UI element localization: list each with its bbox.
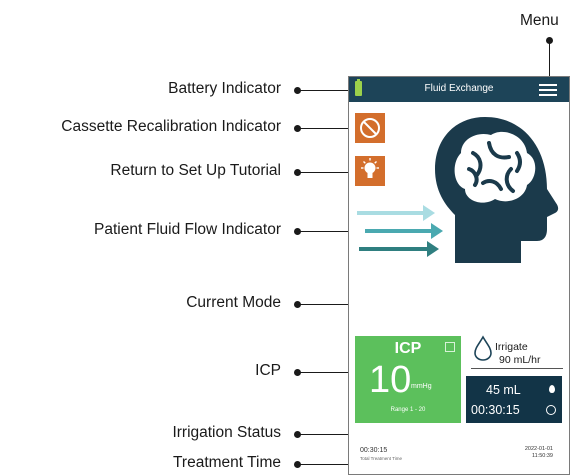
header-bar: Fluid Exchange: [349, 77, 569, 102]
icp-range: Range 1 - 20: [390, 407, 426, 413]
battery-indicator-callout: Battery Indicator: [168, 80, 281, 97]
irrigation-volume: 45 mL: [486, 383, 521, 397]
icp-card[interactable]: ICP 10 mmHg Range 1 - 20: [355, 336, 461, 423]
fluid-flow-callout: Patient Fluid Flow Indicator: [94, 221, 281, 238]
cassette-leader-line: [298, 128, 352, 129]
water-drop-icon: [474, 335, 492, 361]
treatment-time-callout: Treatment Time: [173, 454, 281, 471]
battery-leader-line: [298, 90, 352, 91]
menu-callout: Menu: [520, 12, 559, 29]
flow-leader-line: [298, 231, 354, 232]
icp-value: 10: [369, 359, 412, 401]
treatment-time-value: 00:30:15: [360, 447, 388, 454]
current-mode-callout: Current Mode: [186, 294, 281, 311]
treatment-time-label: Total Treatment Time: [360, 456, 403, 461]
patient-head-icon: [435, 117, 559, 263]
menu-icon[interactable]: [539, 84, 557, 96]
lightbulb-icon: [361, 158, 379, 178]
cassette-recalibration-button[interactable]: [355, 113, 385, 143]
irrigation-status-callout: Irrigation Status: [172, 424, 281, 441]
clock-icon: [546, 405, 556, 415]
date-time-readout: 2022-01-01 11:50:39: [525, 446, 553, 460]
mode-rate: 90 mL/hr: [499, 354, 541, 366]
setup-tutorial-button[interactable]: [355, 156, 385, 186]
mode-label: Irrigate: [495, 341, 528, 353]
icp-leader-line: [298, 372, 354, 373]
icp-unit: mmHg: [411, 383, 432, 390]
tutorial-leader-line: [298, 172, 352, 173]
fluid-flow-arrows-icon: [357, 205, 443, 257]
clock-value: 11:50:39: [531, 453, 553, 459]
cassette-recalibration-callout: Cassette Recalibration Indicator: [61, 118, 281, 135]
icp-callout: ICP: [255, 362, 281, 379]
drop-icon: [549, 385, 555, 393]
screen-title: Fluid Exchange: [424, 83, 494, 94]
date-value: 2022-01-01: [524, 446, 553, 452]
no-entry-icon: [360, 118, 380, 138]
irrigation-status-box[interactable]: 45 mL 00:30:15: [466, 376, 562, 423]
edit-icon[interactable]: [445, 342, 455, 352]
treatment-leader-line: [298, 464, 354, 465]
mode-divider: [471, 368, 563, 369]
setup-tutorial-callout: Return to Set Up Tutorial: [110, 162, 281, 179]
irrigation-elapsed: 00:30:15: [471, 403, 520, 417]
device-screen: Fluid Exchange ICP 10 mmHg Range 1 - 20 …: [348, 76, 570, 475]
